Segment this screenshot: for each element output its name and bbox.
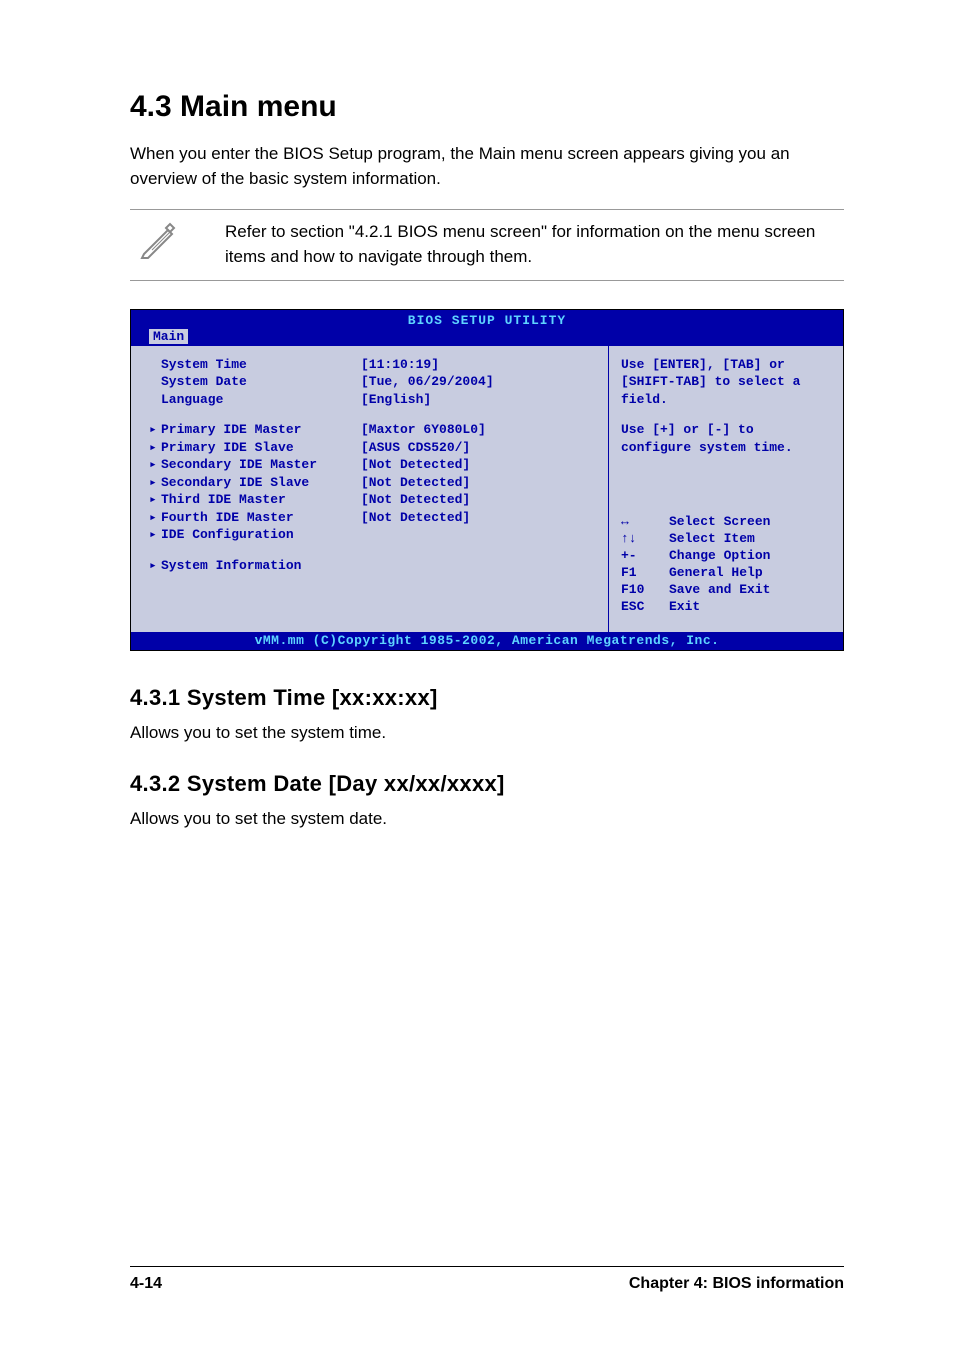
triangle-right-icon: ▸ xyxy=(149,456,161,474)
bios-field-label: Secondary IDE Slave xyxy=(161,474,361,492)
bios-field-value: [Not Detected] xyxy=(361,509,600,527)
page-number: 4-14 xyxy=(130,1275,162,1293)
bios-key-desc: Select Item xyxy=(669,531,755,548)
triangle-right-icon: ▸ xyxy=(149,526,161,544)
bios-help-panel: Use [ENTER], [TAB] or [SHIFT-TAB] to sel… xyxy=(608,346,843,632)
bios-key-desc: Exit xyxy=(669,599,700,616)
bios-key-row: F1General Help xyxy=(621,565,831,582)
bios-footer: vMM.mm (C)Copyright 1985-2002, American … xyxy=(131,632,843,650)
subsection-text-time: Allows you to set the system time. xyxy=(130,721,844,746)
triangle-right-icon xyxy=(149,373,161,391)
bios-field-value xyxy=(361,526,600,544)
bios-field-label: System Time xyxy=(161,356,361,374)
bios-help-text-2: Use [+] or [-] to configure system time. xyxy=(621,421,831,456)
triangle-right-icon: ▸ xyxy=(149,491,161,509)
bios-field-value: [English] xyxy=(361,391,600,409)
triangle-right-icon xyxy=(149,391,161,409)
bios-key: F1 xyxy=(621,565,669,582)
bios-key-desc: Change Option xyxy=(669,548,770,565)
bios-key-row: ↑↓Select Item xyxy=(621,531,831,548)
triangle-right-icon xyxy=(149,356,161,374)
chapter-label: Chapter 4: BIOS information xyxy=(629,1275,844,1293)
pencil-icon xyxy=(130,220,185,265)
bios-row: System Time[11:10:19] xyxy=(149,356,600,374)
bios-key-row: F10Save and Exit xyxy=(621,582,831,599)
bios-help-text-1: Use [ENTER], [TAB] or [SHIFT-TAB] to sel… xyxy=(621,356,831,409)
bios-field-label: Language xyxy=(161,391,361,409)
triangle-right-icon: ▸ xyxy=(149,474,161,492)
bios-tab-main: Main xyxy=(149,329,188,344)
bios-title: BIOS SETUP UTILITY xyxy=(131,312,843,329)
bios-field-label: Primary IDE Slave xyxy=(161,439,361,457)
bios-field-label: Primary IDE Master xyxy=(161,421,361,439)
bios-field-value: [Maxtor 6Y080L0] xyxy=(361,421,600,439)
bios-field-value: [Tue, 06/29/2004] xyxy=(361,373,600,391)
note-text: Refer to section "4.2.1 BIOS menu screen… xyxy=(185,220,844,269)
note-block: Refer to section "4.2.1 BIOS menu screen… xyxy=(130,209,844,280)
bios-key-row: ↔Select Screen xyxy=(621,514,831,531)
bios-field-label: System Date xyxy=(161,373,361,391)
bios-field-value: [ASUS CDS520/] xyxy=(361,439,600,457)
bios-field-label: Third IDE Master xyxy=(161,491,361,509)
bios-field-value: [Not Detected] xyxy=(361,456,600,474)
bios-key-desc: General Help xyxy=(669,565,763,582)
bios-left-panel: System Time[11:10:19]System Date[Tue, 06… xyxy=(131,346,608,632)
bios-row: ▸Third IDE Master[Not Detected] xyxy=(149,491,600,509)
bios-screenshot: BIOS SETUP UTILITY Main System Time[11:1… xyxy=(130,309,844,651)
bios-key: +- xyxy=(621,548,669,565)
triangle-right-icon: ▸ xyxy=(149,439,161,457)
bios-row: ▸Primary IDE Master[Maxtor 6Y080L0] xyxy=(149,421,600,439)
bios-field-value: [Not Detected] xyxy=(361,474,600,492)
bios-field-label: System Information xyxy=(161,557,361,575)
bios-row: System Date[Tue, 06/29/2004] xyxy=(149,373,600,391)
triangle-right-icon: ▸ xyxy=(149,509,161,527)
bios-key-desc: Select Screen xyxy=(669,514,770,531)
bios-field-value: [11:10:19] xyxy=(361,356,600,374)
bios-field-label: Fourth IDE Master xyxy=(161,509,361,527)
bios-key: ↑↓ xyxy=(621,531,669,548)
intro-paragraph: When you enter the BIOS Setup program, t… xyxy=(130,142,844,191)
bios-key-row: +-Change Option xyxy=(621,548,831,565)
bios-field-value xyxy=(361,557,600,575)
subsection-text-date: Allows you to set the system date. xyxy=(130,807,844,832)
subsection-heading-date: 4.3.2 System Date [Day xx/xx/xxxx] xyxy=(130,771,844,797)
triangle-right-icon: ▸ xyxy=(149,421,161,439)
bios-row: ▸Primary IDE Slave[ASUS CDS520/] xyxy=(149,439,600,457)
bios-row: ▸Secondary IDE Slave[Not Detected] xyxy=(149,474,600,492)
bios-field-value: [Not Detected] xyxy=(361,491,600,509)
bios-key: ↔ xyxy=(621,514,669,531)
page-footer: 4-14 Chapter 4: BIOS information xyxy=(130,1266,844,1293)
bios-row: ▸Secondary IDE Master[Not Detected] xyxy=(149,456,600,474)
bios-key: ESC xyxy=(621,599,669,616)
triangle-right-icon: ▸ xyxy=(149,557,161,575)
bios-row: ▸IDE Configuration xyxy=(149,526,600,544)
bios-key-row: ESCExit xyxy=(621,599,831,616)
bios-key: F10 xyxy=(621,582,669,599)
subsection-heading-time: 4.3.1 System Time [xx:xx:xx] xyxy=(130,685,844,711)
bios-row: ▸Fourth IDE Master[Not Detected] xyxy=(149,509,600,527)
bios-row: ▸System Information xyxy=(149,557,600,575)
bios-field-label: Secondary IDE Master xyxy=(161,456,361,474)
bios-key-desc: Save and Exit xyxy=(669,582,770,599)
bios-row: Language[English] xyxy=(149,391,600,409)
section-heading: 4.3 Main menu xyxy=(130,90,844,124)
bios-field-label: IDE Configuration xyxy=(161,526,361,544)
